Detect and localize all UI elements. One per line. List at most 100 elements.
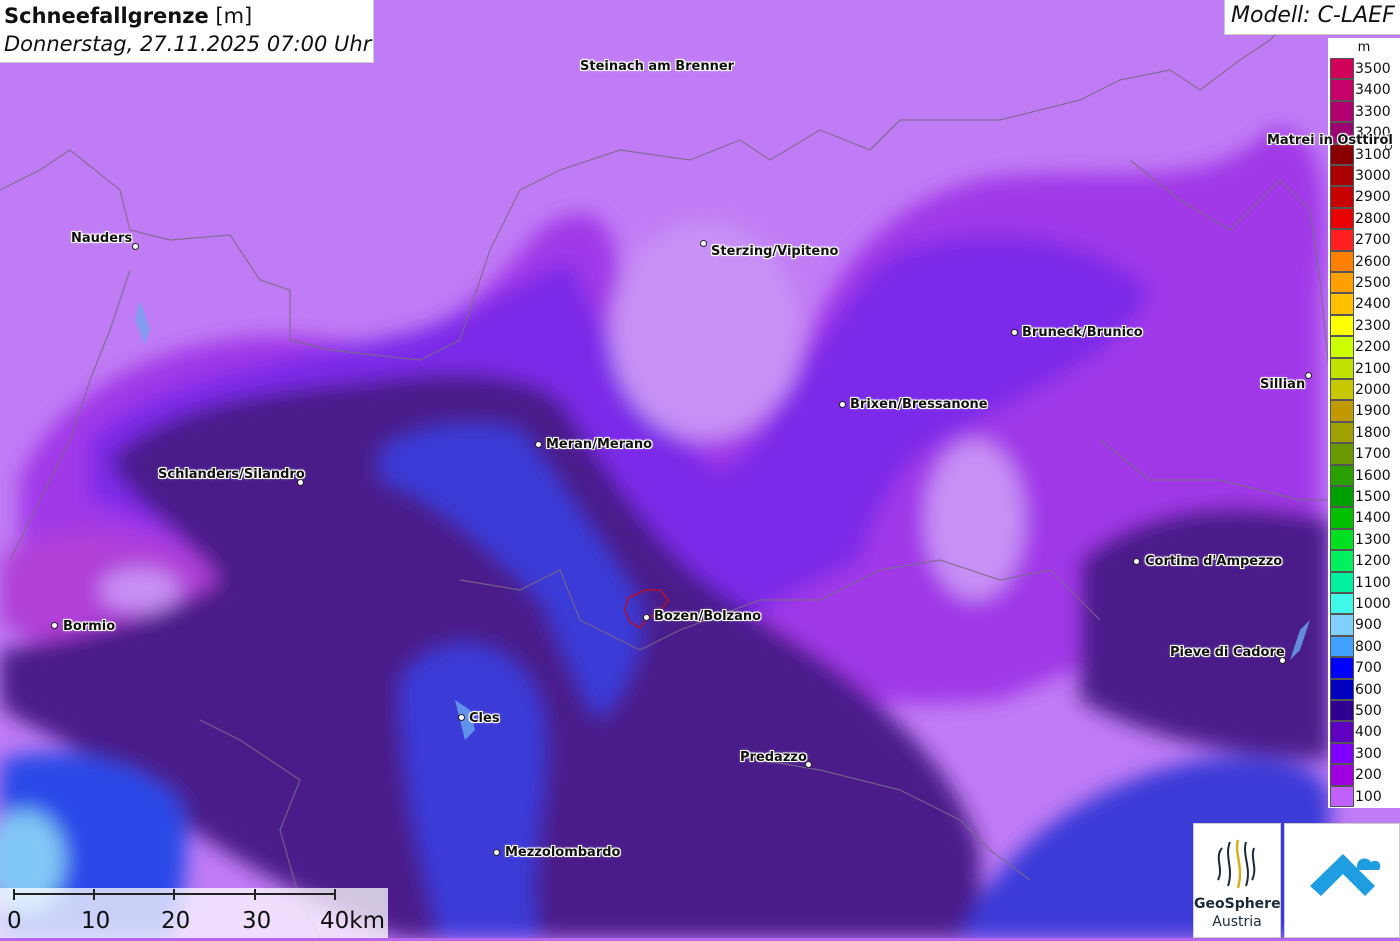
legend-swatch	[1330, 550, 1354, 572]
legend-row: 2400	[1328, 293, 1400, 315]
legend-swatch	[1330, 635, 1354, 658]
place-marker-icon[interactable]	[1132, 557, 1140, 565]
legend-label: 500	[1355, 703, 1382, 719]
place-marker-icon[interactable]	[1010, 328, 1018, 336]
place-label[interactable]: Steinach am Brenner	[580, 59, 734, 74]
legend-label: 2100	[1355, 360, 1391, 377]
legend-label: 3000	[1355, 168, 1391, 184]
legend-row: 800	[1328, 635, 1400, 658]
map-title: Schneefallgrenze [m]	[4, 4, 253, 28]
legend-row: 200	[1328, 764, 1400, 786]
legend-swatch	[1330, 229, 1354, 251]
place-label[interactable]: Bruneck/Brunico	[1022, 325, 1143, 340]
scale-bar: 0 10 20 30 40km	[0, 888, 388, 938]
place-marker-icon[interactable]	[534, 440, 542, 448]
legend-row: 1500	[1328, 486, 1400, 508]
legend-swatch	[1330, 293, 1354, 315]
legend-label: 700	[1355, 660, 1382, 677]
place-label[interactable]: Bormio	[63, 619, 115, 634]
legend-row: 1600	[1328, 464, 1400, 486]
place-label[interactable]: Cortina d'Ampezzo	[1145, 554, 1282, 569]
legend-label: 2600	[1355, 253, 1391, 270]
legend-swatch	[1330, 507, 1354, 529]
place-label[interactable]: Sterzing/Vipiteno	[711, 244, 838, 259]
model-label: Modell: C-LAEF	[1224, 0, 1400, 35]
legend-label: 800	[1355, 638, 1382, 655]
legend-swatch	[1330, 165, 1354, 187]
place-marker-icon[interactable]	[642, 613, 650, 621]
legend-label: 1300	[1355, 531, 1391, 548]
legend-label: 200	[1355, 767, 1382, 784]
place-label[interactable]: Schlanders/Silandro	[158, 467, 305, 482]
legend-swatch	[1330, 314, 1354, 337]
scale-label-20: 20	[161, 908, 191, 934]
scale-label-40km: 40km	[320, 908, 385, 934]
geosphere-logo[interactable]: GeoSphere Austria	[1193, 823, 1281, 938]
legend-label: 1400	[1355, 510, 1391, 527]
legend-label: 1900	[1355, 403, 1391, 420]
legend-swatch	[1330, 357, 1354, 379]
legend-label: 1700	[1355, 446, 1391, 463]
legend-row: 500	[1328, 700, 1400, 722]
place-label[interactable]: Predazzo	[740, 750, 807, 765]
place-marker-icon[interactable]	[1304, 371, 1312, 379]
legend-row: 2800	[1328, 207, 1400, 230]
place-label[interactable]: Sillian	[1260, 377, 1305, 392]
map-title-box: Schneefallgrenze [m] Donnerstag, 27.11.2…	[0, 0, 374, 63]
legend-label: 2000	[1355, 382, 1391, 398]
legend-swatch	[1330, 721, 1354, 743]
legend-row: 1200	[1328, 550, 1400, 572]
legend-swatch	[1330, 400, 1354, 422]
legend-label: 1100	[1355, 574, 1391, 591]
legend-row: 3300	[1328, 100, 1400, 123]
legend-label: 2300	[1355, 317, 1391, 334]
place-label[interactable]: Cles	[469, 711, 500, 726]
legend-label: 2500	[1355, 275, 1391, 291]
legend-row: 2100	[1328, 357, 1400, 379]
legend-row: 600	[1328, 678, 1400, 700]
place-marker-icon[interactable]	[699, 239, 707, 247]
legend-swatch	[1330, 421, 1354, 444]
legend-swatch	[1330, 464, 1354, 486]
legend-swatch	[1330, 250, 1354, 272]
legend-swatch	[1330, 700, 1354, 722]
legend-label: 2800	[1355, 210, 1391, 227]
place-marker-icon[interactable]	[838, 400, 846, 408]
color-legend: m 3500 3400 3300 3200 3100 3000 2900 2800 2700 26…	[1328, 38, 1400, 808]
legend-label: 2900	[1355, 189, 1391, 206]
place-marker-icon[interactable]	[457, 713, 465, 721]
legend-row: 1800	[1328, 421, 1400, 444]
place-label[interactable]: Bozen/Bolzano	[654, 609, 761, 624]
place-label[interactable]: Mezzolombardo	[505, 845, 620, 860]
place-marker-icon[interactable]	[492, 848, 500, 856]
legend-swatch	[1330, 571, 1354, 593]
place-label[interactable]: Matrei in Osttirol	[1267, 133, 1393, 148]
legend-unit: m	[1357, 40, 1371, 55]
legend-label: 2200	[1355, 339, 1391, 356]
legend-label: 1800	[1355, 424, 1391, 441]
scale-label-0: 0	[7, 908, 22, 934]
legend-row: 2700	[1328, 229, 1400, 251]
legend-label: 1600	[1355, 467, 1391, 484]
legend-swatch	[1330, 528, 1354, 551]
place-label[interactable]: Pieve di Cadore	[1170, 645, 1285, 660]
legend-swatch	[1330, 207, 1354, 230]
place-label[interactable]: Brixen/Bressanone	[850, 397, 988, 412]
legend-swatch	[1330, 79, 1354, 101]
legend-swatch	[1330, 764, 1354, 786]
legend-swatch	[1330, 272, 1354, 294]
logo-org-name: GeoSphere	[1194, 896, 1281, 912]
place-label[interactable]: Meran/Merano	[546, 437, 652, 452]
forecast-datetime: Donnerstag, 27.11.2025 07:00 Uhr	[4, 32, 372, 56]
place-label[interactable]: Nauders	[71, 231, 132, 246]
legend-row: 1700	[1328, 443, 1400, 465]
scale-label-10: 10	[81, 908, 111, 934]
place-marker-icon[interactable]	[50, 621, 58, 629]
legend-row: 300	[1328, 742, 1400, 765]
house-cloud-icon	[1310, 854, 1381, 896]
legend-label: 2400	[1355, 296, 1391, 313]
legend-swatch	[1330, 186, 1354, 208]
partner-logo[interactable]	[1284, 823, 1400, 938]
place-marker-icon[interactable]	[131, 242, 139, 250]
legend-label: 1200	[1355, 553, 1391, 570]
